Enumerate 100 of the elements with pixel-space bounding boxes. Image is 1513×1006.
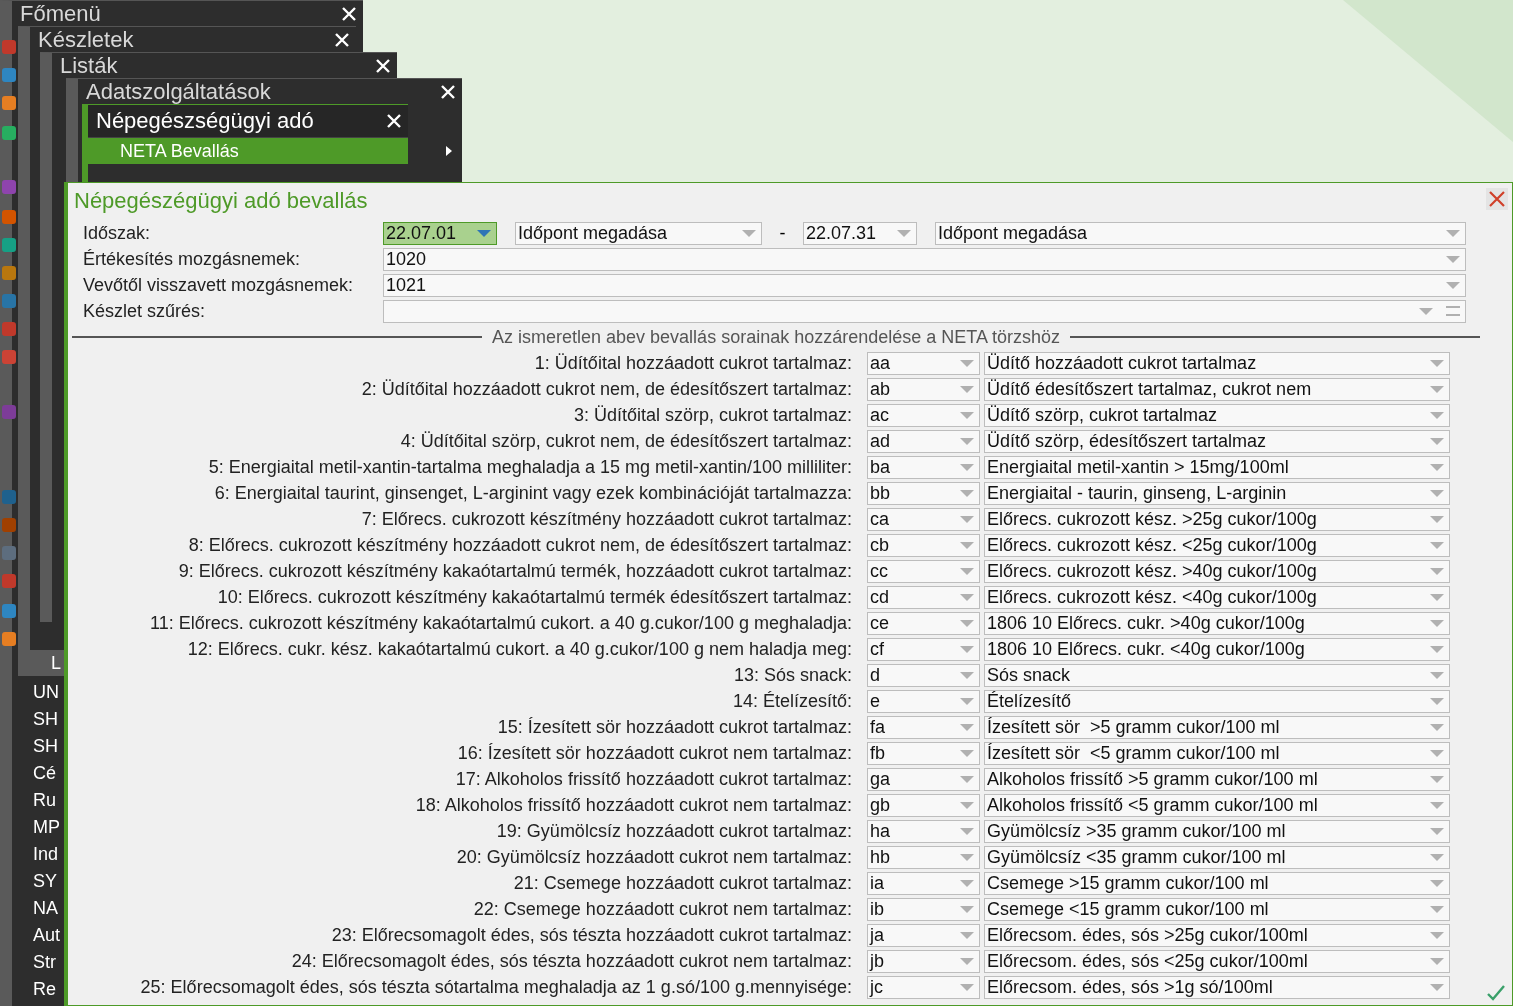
code-dropdown[interactable]: e <box>867 689 980 713</box>
side-list-item[interactable]: Aut <box>33 922 61 949</box>
app-icon[interactable] <box>2 574 16 588</box>
category-dropdown[interactable]: Energiaital metil-xantin > 15mg/100ml <box>984 455 1450 479</box>
category-dropdown[interactable]: Ízesített sör <5 gramm cukor/100 ml <box>984 741 1450 765</box>
category-dropdown[interactable]: Csemege <15 gramm cukor/100 ml <box>984 897 1450 921</box>
side-list-item[interactable]: UN <box>33 679 61 706</box>
code-dropdown[interactable]: cc <box>867 559 980 583</box>
code-dropdown[interactable]: ha <box>867 819 980 843</box>
category-dropdown[interactable]: Gyümölcsíz <35 gramm cukor/100 ml <box>984 845 1450 869</box>
code-dropdown[interactable]: ib <box>867 897 980 921</box>
code-dropdown[interactable]: fa <box>867 715 980 739</box>
code-dropdown[interactable]: ja <box>867 923 980 947</box>
close-icon[interactable] <box>386 113 402 129</box>
row-label: 3: Üdítőital szörp, cukrot tartalmaz: <box>573 404 852 426</box>
category-dropdown[interactable]: Előrecsom. édes, sós <25g cukor/100ml <box>984 949 1450 973</box>
code-dropdown[interactable]: ad <box>867 429 980 453</box>
app-icon[interactable] <box>2 350 16 364</box>
side-list-item[interactable]: Cé <box>33 760 61 787</box>
code-dropdown[interactable]: cf <box>867 637 980 661</box>
side-list-item[interactable]: MP <box>33 814 61 841</box>
app-icon[interactable] <box>2 546 16 560</box>
side-list-item[interactable]: SH <box>33 706 61 733</box>
app-icon[interactable] <box>2 518 16 532</box>
row-label: 25: Előrecsomagolt édes, sós tészta sótartalma meghaladja az 1 g.só/100 g.mennyisége: <box>140 976 852 998</box>
app-icon[interactable] <box>2 266 16 280</box>
menu-title: Adatszolgáltatások <box>86 79 271 105</box>
checkmark-icon[interactable] <box>1486 984 1506 1002</box>
filter-field[interactable] <box>383 299 1466 323</box>
code-dropdown[interactable]: ab <box>867 377 980 401</box>
side-list-item[interactable]: Re <box>33 976 61 1003</box>
code-dropdown[interactable]: d <box>867 663 980 687</box>
category-dropdown[interactable]: Üdítő édesítőszert tartalmaz, cukrot nem <box>984 377 1450 401</box>
movement-type-dropdown[interactable]: 1021 <box>383 273 1466 297</box>
app-icon[interactable] <box>2 40 16 54</box>
app-icon[interactable] <box>2 96 16 110</box>
category-dropdown[interactable]: Előrecsom. édes, sós >1g só/100ml <box>984 975 1450 999</box>
code-dropdown[interactable]: ia <box>867 871 980 895</box>
app-icon[interactable] <box>2 68 16 82</box>
side-list-item[interactable]: SH <box>33 733 61 760</box>
app-icon[interactable] <box>2 238 16 252</box>
row-label: 1: Üdítőital hozzáadott cukrot tartalmaz: <box>534 352 852 374</box>
category-dropdown[interactable]: Alkoholos frissítő >5 gramm cukor/100 ml <box>984 767 1450 791</box>
app-icon[interactable] <box>2 126 16 140</box>
app-icon[interactable] <box>2 604 16 618</box>
code-dropdown[interactable]: cd <box>867 585 980 609</box>
app-icon[interactable] <box>2 210 16 224</box>
side-list-item[interactable]: Str <box>33 949 61 976</box>
close-icon[interactable] <box>341 6 357 22</box>
app-icon[interactable] <box>2 294 16 308</box>
category-dropdown[interactable]: Alkoholos frissítő <5 gramm cukor/100 ml <box>984 793 1450 817</box>
app-icon[interactable] <box>2 322 16 336</box>
code-dropdown[interactable]: jb <box>867 949 980 973</box>
code-dropdown[interactable]: ca <box>867 507 980 531</box>
category-dropdown[interactable]: Előrecs. cukrozott kész. <40g cukor/100g <box>984 585 1450 609</box>
code-dropdown[interactable]: hb <box>867 845 980 869</box>
date-field[interactable]: 22.07.01 <box>383 221 497 245</box>
code-dropdown[interactable]: ba <box>867 455 980 479</box>
category-dropdown[interactable]: Csemege >15 gramm cukor/100 ml <box>984 871 1450 895</box>
app-icon[interactable] <box>2 405 16 419</box>
code-dropdown[interactable]: gb <box>867 793 980 817</box>
category-dropdown[interactable]: Sós snack <box>984 663 1450 687</box>
code-dropdown[interactable]: fb <box>867 741 980 765</box>
category-dropdown[interactable]: Gyümölcsíz >35 gramm cukor/100 ml <box>984 819 1450 843</box>
app-icon[interactable] <box>2 632 16 646</box>
code-dropdown[interactable]: ga <box>867 767 980 791</box>
category-dropdown[interactable]: Ízesített sör >5 gramm cukor/100 ml <box>984 715 1450 739</box>
code-dropdown[interactable]: ac <box>867 403 980 427</box>
field-label: Értékesítés mozgásnemek: <box>83 248 302 270</box>
movement-type-dropdown[interactable]: 1020 <box>383 247 1466 271</box>
category-dropdown[interactable]: Energiaital - taurin, ginseng, L-arginin <box>984 481 1450 505</box>
category-dropdown[interactable]: 1806 10 Előrecs. cukr. >40g cukor/100g <box>984 611 1450 635</box>
side-list-item[interactable]: SY <box>33 868 61 895</box>
close-icon[interactable] <box>375 58 391 74</box>
date-field[interactable]: 22.07.31 <box>803 221 917 245</box>
code-dropdown[interactable]: aa <box>867 351 980 375</box>
category-dropdown[interactable]: Előrecsom. édes, sós >25g cukor/100ml <box>984 923 1450 947</box>
side-list-item[interactable]: NA <box>33 895 61 922</box>
code-dropdown[interactable]: bb <box>867 481 980 505</box>
side-list-item[interactable]: Ind <box>33 841 61 868</box>
side-list-item[interactable]: Ru <box>33 787 61 814</box>
code-dropdown[interactable]: ce <box>867 611 980 635</box>
code-dropdown[interactable]: jc <box>867 975 980 999</box>
category-dropdown[interactable]: Ételízesítő <box>984 689 1450 713</box>
code-dropdown[interactable]: cb <box>867 533 980 557</box>
mode-dropdown[interactable]: Időpont megadása <box>935 221 1466 245</box>
menu-title: Főmenü <box>20 1 101 27</box>
category-dropdown[interactable]: Üdítő szörp, cukrot tartalmaz <box>984 403 1450 427</box>
category-dropdown[interactable]: Üdítő hozzáadott cukrot tartalmaz <box>984 351 1450 375</box>
close-icon[interactable] <box>334 32 350 48</box>
mode-dropdown[interactable]: Időpont megadása <box>515 221 762 245</box>
category-dropdown[interactable]: 1806 10 Előrecs. cukr. <40g cukor/100g <box>984 637 1450 661</box>
app-icon[interactable] <box>2 180 16 194</box>
category-dropdown[interactable]: Előrecs. cukrozott kész. >40g cukor/100g <box>984 559 1450 583</box>
app-icon[interactable] <box>2 490 16 504</box>
close-icon[interactable] <box>440 84 456 100</box>
category-dropdown[interactable]: Előrecs. cukrozott kész. <25g cukor/100g <box>984 533 1450 557</box>
row-label: 8: Előrecs. cukrozott készítmény hozzáadott cukrot nem, de édesítőszert tartalmaz: <box>188 534 852 556</box>
category-dropdown[interactable]: Előrecs. cukrozott kész. >25g cukor/100g <box>984 507 1450 531</box>
category-dropdown[interactable]: Üdítő szörp, édesítőszert tartalmaz <box>984 429 1450 453</box>
